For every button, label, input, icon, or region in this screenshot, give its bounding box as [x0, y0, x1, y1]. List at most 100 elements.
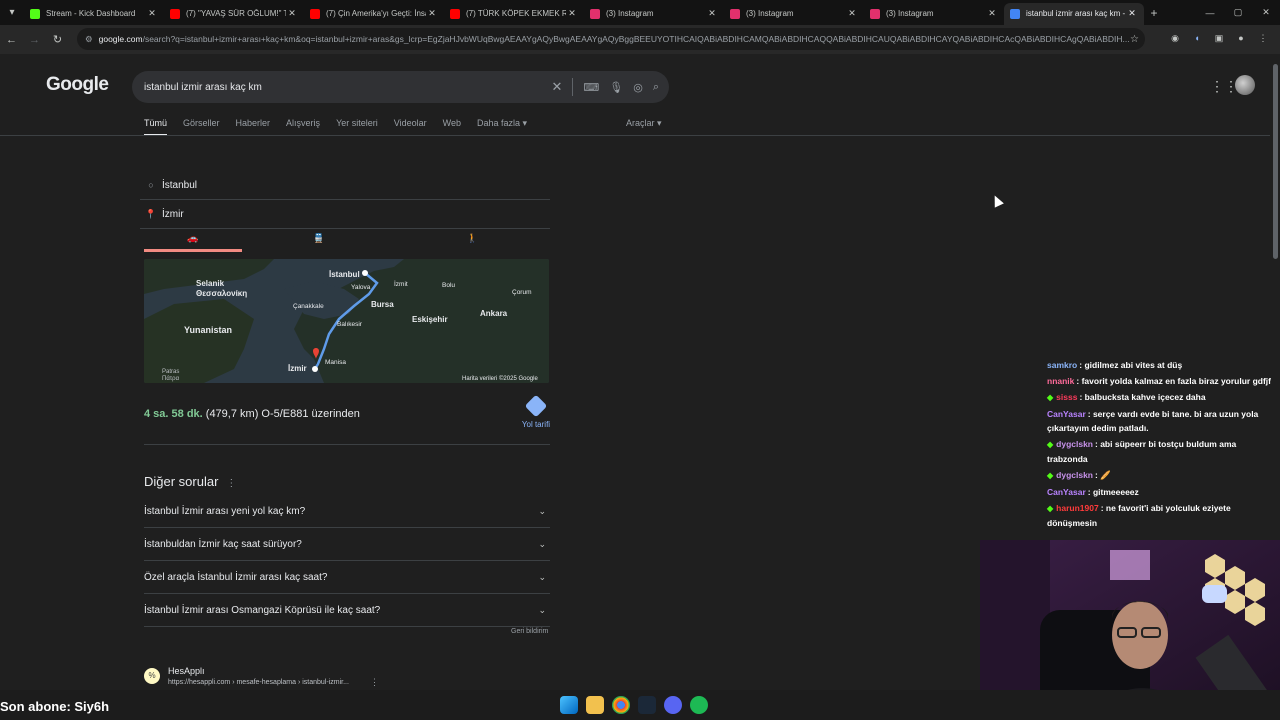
- paa-question[interactable]: İstanbuldan İzmir kaç saat sürüyor? ⌄: [144, 528, 550, 561]
- route-map[interactable]: İstanbul Selanik Θεσσαλονίκη Yalova İzmit…: [144, 259, 549, 383]
- chrome-menu-icon[interactable]: ⋮: [1256, 31, 1270, 45]
- result-url[interactable]: https://hesappli.com › mesafe-hesaplama …: [168, 679, 349, 686]
- windows-start-icon[interactable]: [560, 696, 578, 714]
- steam-icon[interactable]: [638, 696, 656, 714]
- tab-close-icon[interactable]: ✕: [146, 8, 158, 19]
- tab-close-icon[interactable]: ✕: [286, 8, 298, 19]
- chevron-down-icon[interactable]: ⌄: [538, 605, 546, 616]
- tab-favicon-icon: [450, 8, 460, 19]
- tab-close-icon[interactable]: ✕: [426, 8, 438, 19]
- result-site-name[interactable]: HesApplı: [168, 666, 205, 676]
- transit-mode-tab[interactable]: 🚆: [242, 228, 396, 252]
- filter-tab-5[interactable]: Videolar: [394, 118, 427, 129]
- tab-search-icon[interactable]: ▾: [0, 0, 24, 25]
- tab-favicon-icon: [590, 8, 600, 19]
- tab-3[interactable]: (7) TÜRK KÖPEK EKMEK REF✕: [444, 3, 584, 25]
- discord-icon[interactable]: [664, 696, 682, 714]
- tab-close-icon[interactable]: ✕: [566, 8, 578, 19]
- url-path: /search?q=istanbul+izmir+arası+kaç+km&oq…: [142, 34, 1130, 44]
- tab-0[interactable]: Stream - Kick Dashboard ✕: [24, 3, 164, 25]
- tab-favicon-icon: [30, 8, 40, 19]
- address-bar: ← → ↻ ⚙ google.com/search?q=istanbul+izm…: [0, 25, 1280, 54]
- result-more-icon[interactable]: ⋮: [370, 677, 379, 688]
- tab-7[interactable]: istanbul izmir arası kaç km - ✕: [1004, 2, 1144, 25]
- chat-message: ◆ dygclskn: 🥖: [1043, 468, 1273, 483]
- site-info-icon[interactable]: ⚙: [85, 34, 93, 45]
- tab-close-icon[interactable]: ✕: [1126, 8, 1138, 19]
- spotify-icon[interactable]: [690, 696, 708, 714]
- paa-question[interactable]: İstanbul İzmir arası yeni yol kaç km? ⌄: [144, 495, 550, 528]
- audio-icon[interactable]: ◖: [1190, 31, 1204, 45]
- tab-6[interactable]: (3) Instagram ✕: [864, 3, 1004, 25]
- map-label-ankara: Ankara: [480, 309, 508, 318]
- filter-tab-6[interactable]: Web: [443, 118, 461, 129]
- filter-tab-2[interactable]: Haberler: [236, 118, 271, 129]
- chevron-down-icon[interactable]: ⌄: [538, 539, 546, 550]
- tab-title: (7) TÜRK KÖPEK EKMEK REF: [466, 9, 566, 18]
- origin-field[interactable]: ○ İstanbul: [140, 171, 550, 200]
- extensions-puzzle-icon[interactable]: ▣: [1212, 31, 1226, 45]
- chat-username: dygclskn: [1056, 470, 1094, 480]
- tab-2[interactable]: (7) Çin Amerika'yı Geçti: İnsa ✕: [304, 3, 444, 25]
- forward-icon[interactable]: →: [23, 34, 46, 46]
- chat-message: CanYasar: serçe vardı evde bi tane. bi a…: [1043, 407, 1273, 435]
- avatar[interactable]: [1235, 75, 1255, 95]
- google-logo[interactable]: Google: [46, 74, 109, 96]
- paa-question[interactable]: Özel araçla İstanbul İzmir arası kaç saa…: [144, 561, 550, 594]
- result-favicon: %: [144, 668, 160, 684]
- filter-tab-1[interactable]: Görseller: [183, 118, 220, 129]
- chevron-down-icon[interactable]: ⌄: [538, 572, 546, 583]
- feedback-link[interactable]: Geri bildirim: [511, 628, 548, 635]
- tab-title: (7) "YAVAŞ SÜR OĞLUM!" Tr: [186, 9, 286, 18]
- clear-icon[interactable]: ✕: [551, 79, 562, 95]
- back-icon[interactable]: ←: [0, 34, 23, 46]
- bookmark-star-icon[interactable]: ☆: [1130, 34, 1139, 45]
- url-domain: google.com: [98, 34, 143, 44]
- sub-badge-icon: ◆: [1047, 471, 1054, 480]
- profile-icon[interactable]: ●: [1234, 31, 1248, 45]
- filter-tab-0[interactable]: Tümü: [144, 118, 168, 136]
- tab-1[interactable]: (7) "YAVAŞ SÜR OĞLUM!" Tr ✕: [164, 3, 304, 25]
- search-input[interactable]: istanbul izmir arası kaç km ✕ ⌨ 🎙 ◎ ⌕: [132, 71, 669, 103]
- tab-close-icon[interactable]: ✕: [846, 8, 858, 19]
- tab-close-icon[interactable]: ✕: [986, 8, 998, 19]
- minimize-icon[interactable]: —: [1196, 8, 1224, 18]
- filter-tab-4[interactable]: Yer siteleri: [336, 118, 378, 129]
- paa-question-text: Özel araçla İstanbul İzmir arası kaç saa…: [144, 571, 328, 583]
- map-label-patras: Patras Πάτρα: [162, 369, 180, 382]
- more-options-icon[interactable]: ⋮: [226, 478, 236, 489]
- lens-icon[interactable]: ◎: [633, 81, 643, 94]
- filter-tab-3[interactable]: Alışveriş: [286, 118, 320, 129]
- destination-label: İzmir: [162, 208, 184, 220]
- file-explorer-icon[interactable]: [586, 696, 604, 714]
- chrome-icon[interactable]: [612, 696, 630, 714]
- search-icon[interactable]: ⌕: [653, 81, 659, 94]
- close-window-icon[interactable]: ✕: [1252, 7, 1280, 18]
- walk-mode-tab[interactable]: 🚶: [396, 228, 550, 252]
- tab-4[interactable]: (3) Instagram ✕: [584, 3, 724, 25]
- apps-grid-icon[interactable]: ⋮⋮: [1210, 78, 1238, 95]
- url-input[interactable]: ⚙ google.com/search?q=istanbul+izmir+ara…: [77, 28, 1145, 50]
- car-mode-tab[interactable]: 🚗: [144, 228, 242, 252]
- filter-tab-7[interactable]: Daha fazla ▾: [477, 118, 527, 129]
- chat-message: CanYasar: gitmeeeeez: [1043, 485, 1273, 499]
- directions-button[interactable]: Yol tarifi: [520, 394, 552, 429]
- microphone-icon[interactable]: 🎙: [609, 81, 623, 94]
- map-label-bursa: Bursa: [371, 300, 394, 309]
- paa-question[interactable]: İstanbul İzmir arası Osmangazi Köprüsü i…: [144, 594, 550, 627]
- paa-question-text: İstanbuldan İzmir kaç saat sürüyor?: [144, 538, 302, 550]
- destination-field[interactable]: 📍 İzmir: [140, 200, 550, 229]
- maximize-icon[interactable]: ▢: [1224, 7, 1252, 18]
- tools-button[interactable]: Araçlar ▾: [626, 118, 662, 129]
- tab-close-icon[interactable]: ✕: [706, 8, 718, 19]
- keyboard-icon[interactable]: ⌨: [583, 81, 599, 94]
- chevron-down-icon[interactable]: ⌄: [538, 506, 546, 517]
- map-label-canakkale: Çanakkale: [293, 303, 324, 310]
- extension-icon[interactable]: ◉: [1168, 31, 1182, 45]
- tab-title: (7) Çin Amerika'yı Geçti: İnsa: [326, 9, 426, 18]
- tab-5[interactable]: (3) Instagram ✕: [724, 3, 864, 25]
- chat-username: CanYasar: [1047, 409, 1086, 419]
- new-tab-button[interactable]: +: [1144, 6, 1164, 20]
- reload-icon[interactable]: ↻: [46, 33, 69, 46]
- scrollbar-thumb[interactable]: [1273, 64, 1278, 259]
